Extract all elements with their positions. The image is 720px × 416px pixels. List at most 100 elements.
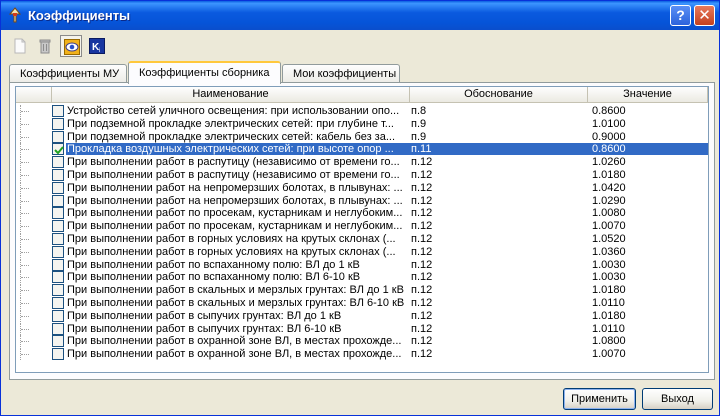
row-value-cell: 0.8600 bbox=[592, 105, 626, 117]
table-row[interactable]: При выполнении работ в горных условиях н… bbox=[16, 233, 708, 245]
row-name-cell: При выполнении работ в охранной зоне ВЛ,… bbox=[67, 348, 402, 361]
coefficients-window: Коэффициенты ? ✕ K i Коэффициенты МУ Коэ… bbox=[0, 0, 720, 416]
row-checkbox[interactable] bbox=[52, 207, 64, 220]
row-checkbox[interactable] bbox=[52, 258, 64, 271]
row-checkbox[interactable] bbox=[52, 245, 64, 258]
row-checkbox[interactable] bbox=[52, 233, 64, 245]
row-value-cell: 1.0290 bbox=[592, 194, 626, 207]
table-row[interactable]: При подземной прокладке электрических се… bbox=[16, 117, 708, 130]
row-value-cell: 1.0070 bbox=[592, 220, 626, 233]
tree-line bbox=[20, 233, 32, 245]
k-coefficient-icon: K i bbox=[89, 38, 105, 54]
table-row[interactable]: При выполнении работ на непромерзших бол… bbox=[16, 194, 708, 207]
row-value-cell: 1.0070 bbox=[592, 348, 626, 361]
row-name-cell: При выполнении работ по вспаханному полю… bbox=[67, 258, 360, 271]
row-checkbox[interactable] bbox=[52, 194, 64, 207]
table-row[interactable]: При выполнении работ в скальных и мерзлы… bbox=[16, 297, 708, 309]
row-basis-cell: п.12 bbox=[411, 181, 433, 194]
row-checkbox[interactable] bbox=[52, 322, 64, 335]
column-header-value[interactable]: Значение bbox=[588, 87, 708, 103]
row-value-cell: 1.0260 bbox=[592, 156, 626, 169]
tab-mu-coefficients[interactable]: Коэффициенты МУ bbox=[9, 64, 127, 83]
tree-line bbox=[20, 143, 32, 156]
delete-button[interactable] bbox=[34, 35, 56, 57]
row-name-cell: При выполнении работ на непромерзших бол… bbox=[67, 194, 403, 207]
tree-line bbox=[20, 194, 32, 207]
row-checkbox[interactable] bbox=[52, 105, 64, 117]
exit-button[interactable]: Выход bbox=[642, 388, 713, 410]
help-button[interactable]: ? bbox=[670, 5, 691, 26]
tab-collection-coefficients[interactable]: Коэффициенты сборника bbox=[128, 61, 281, 84]
close-button[interactable]: ✕ bbox=[694, 5, 715, 26]
row-value-cell: 0.8600 bbox=[592, 143, 702, 156]
table-row[interactable]: При выполнении работ в охранной зоне ВЛ,… bbox=[16, 348, 708, 361]
row-checkbox[interactable] bbox=[52, 335, 64, 348]
tree-line bbox=[20, 156, 32, 169]
table-row[interactable]: При выполнении работ по вспаханному полю… bbox=[16, 258, 708, 271]
row-basis-cell: п.12 bbox=[411, 284, 433, 297]
row-checkbox[interactable] bbox=[52, 220, 64, 233]
table-row[interactable]: При выполнении работ по просекам, кустар… bbox=[16, 220, 708, 233]
row-value-cell: 0.9000 bbox=[592, 130, 626, 143]
column-header-basis[interactable]: Обоснование bbox=[410, 87, 588, 103]
row-value-cell: 1.0100 bbox=[592, 117, 626, 130]
row-checkbox[interactable] bbox=[52, 156, 64, 169]
tree-line bbox=[20, 322, 32, 335]
tree-line bbox=[20, 169, 32, 181]
row-value-cell: 1.0110 bbox=[592, 322, 625, 335]
row-checkbox[interactable] bbox=[52, 130, 64, 143]
table-row[interactable]: При выполнении работ по вспаханному полю… bbox=[16, 271, 708, 284]
table-row[interactable]: Прокладка воздушных электрических сетей:… bbox=[16, 143, 708, 156]
tab-my-coefficients[interactable]: Мои коэффициенты bbox=[282, 64, 400, 83]
row-checkbox[interactable] bbox=[52, 284, 64, 297]
table-row[interactable]: При выполнении работ в сыпучих грунтах: … bbox=[16, 309, 708, 322]
apply-button[interactable]: Применить bbox=[563, 388, 636, 410]
tree-line bbox=[20, 309, 32, 322]
row-value-cell: 1.0080 bbox=[592, 207, 626, 220]
row-value-cell: 1.0030 bbox=[592, 258, 626, 271]
column-header-name[interactable]: Наименование bbox=[52, 87, 410, 103]
row-name-cell: При выполнении работ по вспаханному полю… bbox=[67, 271, 361, 284]
title-bar[interactable]: Коэффициенты ? ✕ bbox=[1, 1, 719, 30]
table-row[interactable]: При выполнении работ в охранной зоне ВЛ,… bbox=[16, 335, 708, 348]
row-basis-cell: п.12 bbox=[411, 220, 433, 233]
tree-line bbox=[20, 284, 32, 297]
table-row[interactable]: При выполнении работ в скальных и мерзлы… bbox=[16, 284, 708, 297]
row-basis-cell: п.12 bbox=[411, 258, 433, 271]
table-row[interactable]: При выполнении работ в распутицу (незави… bbox=[16, 169, 708, 181]
row-name-cell: Устройство сетей уличного освещения: при… bbox=[67, 105, 400, 117]
table-row[interactable]: При выполнении работ в распутицу (незави… bbox=[16, 156, 708, 169]
row-checkbox[interactable] bbox=[52, 297, 64, 309]
table-row[interactable]: При выполнении работ по просекам, кустар… bbox=[16, 207, 708, 220]
table-row[interactable]: При выполнении работ в сыпучих грунтах: … bbox=[16, 322, 708, 335]
row-basis-cell: п.9 bbox=[411, 117, 427, 130]
row-checkbox[interactable] bbox=[52, 169, 64, 181]
table-row[interactable]: При подземной прокладке электрических се… bbox=[16, 130, 708, 143]
row-name-cell: При выполнении работ в горных условиях н… bbox=[67, 233, 396, 245]
row-name-cell: При выполнении работ в распутицу (незави… bbox=[67, 156, 400, 169]
row-value-cell: 1.0110 bbox=[592, 297, 625, 309]
row-name-cell: При выполнении работ в охранной зоне ВЛ,… bbox=[67, 335, 402, 348]
row-value-cell: 1.0030 bbox=[592, 271, 626, 284]
tree-line bbox=[20, 105, 32, 117]
table-row[interactable]: Устройство сетей уличного освещения: при… bbox=[16, 105, 708, 117]
table-row[interactable]: При выполнении работ на непромерзших бол… bbox=[16, 181, 708, 194]
row-checkbox[interactable] bbox=[52, 348, 64, 361]
row-basis-cell: п.12 bbox=[411, 348, 433, 361]
coefficients-table[interactable]: Наименование Обоснование Значение Устрой… bbox=[15, 86, 709, 373]
row-basis-cell: п.12 bbox=[411, 207, 433, 220]
row-basis-cell: п.12 bbox=[411, 271, 433, 284]
row-checkbox[interactable] bbox=[52, 181, 64, 194]
row-checkbox[interactable] bbox=[52, 309, 64, 322]
new-document-icon bbox=[14, 38, 26, 54]
view-button[interactable] bbox=[60, 35, 82, 57]
table-row[interactable]: При выполнении работ в горных условиях н… bbox=[16, 245, 708, 258]
row-checkbox[interactable] bbox=[52, 143, 64, 156]
tree-line bbox=[20, 348, 32, 361]
new-item-button[interactable] bbox=[9, 35, 31, 57]
row-checkbox[interactable] bbox=[52, 271, 64, 284]
row-name-cell: Прокладка воздушных электрических сетей:… bbox=[66, 143, 406, 156]
row-checkbox[interactable] bbox=[52, 117, 64, 130]
row-value-cell: 1.0520 bbox=[592, 233, 626, 245]
coefficient-button[interactable]: K i bbox=[86, 35, 108, 57]
